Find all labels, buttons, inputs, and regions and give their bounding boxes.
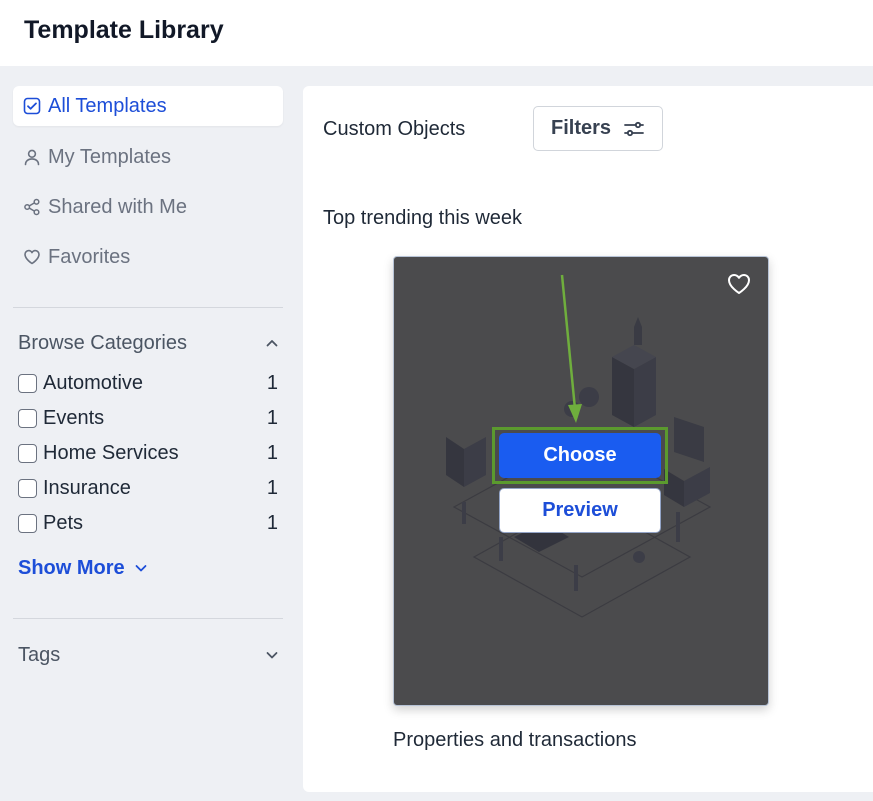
chevron-up-icon[interactable] [264, 335, 280, 351]
tags-header[interactable]: Tags [18, 640, 280, 670]
sidebar-item-my-templates[interactable]: My Templates [13, 137, 283, 177]
page-title: Template Library [24, 16, 224, 44]
sidebar-divider [13, 307, 283, 308]
sidebar-item-label: Shared with Me [48, 195, 187, 218]
filters-button[interactable]: Filters [533, 106, 663, 151]
category-label: Automotive [43, 371, 144, 394]
trending-title: Top trending this week [323, 207, 523, 229]
category-count: 1 [266, 441, 278, 464]
category-item-pets: Pets 1 [18, 510, 278, 536]
category-checkbox[interactable] [18, 408, 37, 428]
category-checkbox[interactable] [18, 373, 37, 393]
template-card[interactable]: Choose Preview [393, 256, 769, 706]
heart-icon [23, 248, 41, 266]
category-item-events: Events 1 [18, 405, 278, 431]
category-count: 1 [266, 511, 278, 534]
main-panel: Custom Objects Filters Top trending this… [303, 86, 873, 792]
context-label: Custom Objects [323, 118, 466, 140]
user-icon [23, 148, 41, 166]
sidebar-item-label: My Templates [48, 145, 172, 168]
category-checkbox[interactable] [18, 478, 37, 498]
choose-button[interactable]: Choose [499, 433, 661, 478]
category-item-insurance: Insurance 1 [18, 475, 278, 501]
category-label: Home Services [43, 441, 179, 464]
sidebar-item-shared-with-me[interactable]: Shared with Me [13, 187, 283, 227]
browse-categories-header[interactable]: Browse Categories [18, 328, 280, 358]
category-item-home-services: Home Services 1 [18, 440, 278, 466]
browse-categories-title: Browse Categories [18, 331, 187, 354]
sidebar-item-all-templates[interactable]: All Templates [13, 86, 283, 126]
sidebar-item-label: All Templates [48, 94, 167, 117]
category-label: Pets [43, 511, 84, 534]
sidebar-item-label: Favorites [48, 245, 131, 268]
show-more-label: Show More [18, 556, 125, 579]
sidebar: All Templates My Templates Shared with M… [0, 66, 295, 801]
chevron-down-icon [133, 560, 149, 576]
template-card-title: Properties and transactions [393, 729, 637, 751]
category-checkbox[interactable] [18, 443, 37, 463]
sliders-icon [623, 118, 645, 140]
preview-button[interactable]: Preview [499, 488, 661, 533]
category-label: Events [43, 406, 105, 429]
sidebar-divider [13, 618, 283, 619]
category-count: 1 [266, 476, 278, 499]
filters-label: Filters [550, 117, 612, 139]
tags-title: Tags [18, 643, 61, 666]
category-count: 1 [266, 371, 278, 394]
show-more-link[interactable]: Show More [18, 555, 149, 581]
chevron-down-icon[interactable] [264, 647, 280, 663]
category-count: 1 [266, 406, 278, 429]
check-square-icon [23, 97, 41, 115]
app-header: Template Library [0, 0, 873, 66]
share-icon [23, 198, 41, 216]
category-checkbox[interactable] [18, 513, 37, 533]
category-label: Insurance [43, 476, 131, 499]
sidebar-item-favorites[interactable]: Favorites [13, 237, 283, 277]
favorite-heart-icon[interactable] [726, 271, 752, 297]
category-item-automotive: Automotive 1 [18, 370, 278, 396]
